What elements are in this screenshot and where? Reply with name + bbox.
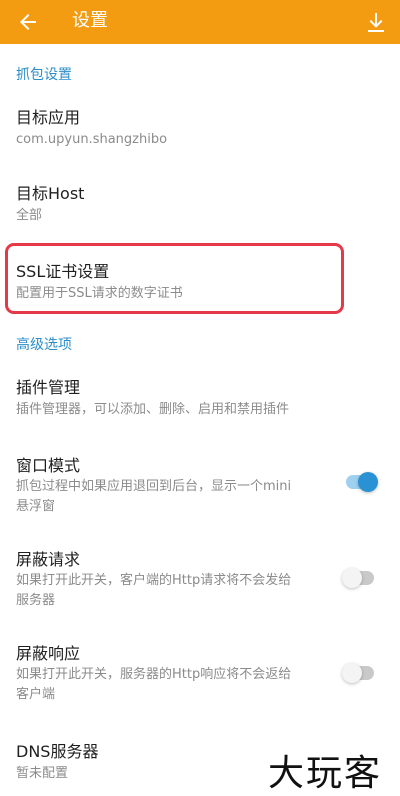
block-response-toggle[interactable] — [342, 663, 378, 683]
setting-description-line1: 如果打开此开关，服务器的Http响应将不会返给 — [16, 667, 292, 682]
window-mode-toggle[interactable] — [342, 472, 378, 492]
setting-target-app[interactable]: 目标应用 com.upyun.shangzhibo — [0, 96, 400, 160]
setting-value: 全部 — [16, 208, 43, 223]
app-bar: 设置 — [0, 0, 400, 44]
setting-title: 插件管理 — [16, 378, 81, 397]
setting-description-line2: 客户端 — [16, 687, 56, 702]
setting-description-line1: 抓包过程中如果应用退回到后台，显示一个mini — [16, 479, 292, 494]
download-icon[interactable] — [362, 8, 390, 36]
setting-title: DNS服务器 — [16, 742, 99, 761]
setting-title: 屏蔽请求 — [16, 550, 81, 569]
setting-description-line2: 服务器 — [16, 593, 56, 608]
setting-block-request[interactable]: 屏蔽请求 如果打开此开关，客户端的Http请求将不会发给 服务器 — [0, 538, 400, 614]
setting-window-mode[interactable]: 窗口模式 抓包过程中如果应用退回到后台，显示一个mini 悬浮窗 — [0, 444, 400, 520]
setting-title: 窗口模式 — [16, 456, 81, 475]
highlight-frame — [5, 243, 344, 314]
toggle-thumb — [358, 472, 378, 492]
block-request-toggle[interactable] — [342, 568, 378, 588]
setting-title: 目标Host — [16, 184, 85, 203]
setting-title: 目标应用 — [16, 108, 81, 127]
setting-value: 插件管理器，可以添加、删除、启用和禁用插件 — [16, 402, 290, 417]
setting-description-line1: 如果打开此开关，客户端的Http请求将不会发给 — [16, 573, 292, 588]
setting-plugins[interactable]: 插件管理 插件管理器，可以添加、删除、启用和禁用插件 — [0, 366, 400, 430]
toggle-thumb — [342, 663, 362, 683]
section-header-capture: 抓包设置 — [16, 67, 72, 83]
setting-title: 屏蔽响应 — [16, 644, 81, 663]
setting-target-host[interactable]: 目标Host 全部 — [0, 172, 400, 236]
setting-block-response[interactable]: 屏蔽响应 如果打开此开关，服务器的Http响应将不会返给 客户端 — [0, 632, 400, 708]
section-header-advanced: 高级选项 — [16, 337, 72, 353]
watermark-logo: 大玩客 — [268, 753, 383, 794]
setting-description-line2: 悬浮窗 — [16, 499, 56, 514]
toggle-thumb — [342, 568, 362, 588]
setting-value: com.upyun.shangzhibo — [16, 132, 168, 147]
page-title: 设置 — [72, 10, 108, 31]
arrow-left-icon[interactable] — [14, 8, 42, 36]
